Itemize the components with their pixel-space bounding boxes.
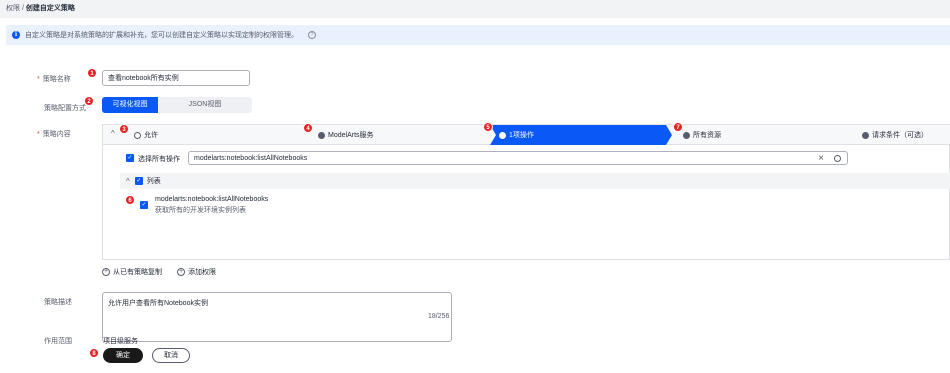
plus-circle-icon: + bbox=[177, 268, 185, 276]
mode-visual-tab[interactable]: 可视化视图 bbox=[102, 97, 158, 113]
step-dot-icon bbox=[683, 131, 690, 139]
info-banner: i 自定义策略是对系统策略的扩展和补充，您可以创建自定义策略以实现定制的权限管理… bbox=[6, 25, 950, 45]
step-dot-icon bbox=[318, 131, 325, 139]
desc-label: 策略描述 bbox=[44, 299, 72, 306]
badge-5: 5 bbox=[483, 122, 493, 132]
list-group-checkbox[interactable]: ✓ bbox=[134, 177, 143, 185]
desc-char-count: 18/256 bbox=[428, 313, 450, 320]
mode-label: 策略配置方式 bbox=[44, 105, 86, 112]
scope-label: 作用范围 bbox=[44, 338, 72, 345]
step-service[interactable]: ModelArts服务 bbox=[318, 125, 374, 145]
step-allow[interactable]: 允许 bbox=[134, 125, 158, 145]
step-resource[interactable]: 所有资源 bbox=[683, 125, 721, 145]
policy-desc-textarea[interactable]: 允许用户查看所有Notebook实例 bbox=[102, 292, 452, 342]
badge-8: 8 bbox=[89, 348, 99, 358]
content-label: * 策略内容 bbox=[37, 131, 71, 138]
breadcrumb-parent[interactable]: 权限 bbox=[6, 5, 20, 12]
clear-icon[interactable]: × bbox=[818, 153, 824, 164]
breadcrumb-separator: / bbox=[21, 5, 24, 12]
list-group-header: ^ ✓ 列表 bbox=[120, 173, 950, 189]
step-dot-icon bbox=[862, 131, 869, 139]
step-action[interactable]: 1项操作 bbox=[499, 125, 534, 145]
help-icon[interactable]: ? bbox=[308, 31, 316, 39]
action-item-name: modelarts:notebook:listAllNotebooks bbox=[155, 196, 269, 203]
badge-2: 2 bbox=[84, 96, 94, 106]
action-search-input[interactable]: modelarts:notebook:listAllNotebooks × bbox=[188, 151, 848, 165]
action-item-desc: 获取所有的开发环境实例列表 bbox=[155, 207, 246, 214]
plus-circle-icon: + bbox=[102, 268, 110, 276]
collapse-icon[interactable]: ^ bbox=[126, 177, 130, 186]
badge-3: 3 bbox=[119, 124, 129, 134]
name-label: * 策略名称 bbox=[37, 76, 71, 83]
clock-icon bbox=[134, 131, 141, 139]
cancel-button[interactable]: 取消 bbox=[152, 348, 190, 363]
scope-value: 项目级服务 bbox=[103, 338, 138, 345]
badge-4: 4 bbox=[303, 123, 313, 133]
badge-6: 6 bbox=[125, 195, 135, 205]
breadcrumb: 权限 / 创建自定义策略 bbox=[6, 3, 75, 13]
step-condition[interactable]: 请求条件（可选） bbox=[862, 125, 928, 145]
mode-json-tab[interactable]: JSON视图 bbox=[158, 97, 252, 113]
step-dot-icon bbox=[499, 131, 506, 139]
badge-7: 7 bbox=[673, 122, 683, 132]
copy-existing-link[interactable]: + 从已有策略复制 bbox=[102, 267, 162, 277]
policy-name-input[interactable]: 查看notebook所有实例 bbox=[102, 70, 250, 86]
badge-1: 1 bbox=[87, 68, 97, 78]
action-item-checkbox[interactable]: ✓ bbox=[140, 201, 148, 209]
mode-switch: 可视化视图 JSON视图 bbox=[102, 97, 252, 113]
add-permission-link[interactable]: + 添加权限 bbox=[177, 267, 216, 277]
collapse-icon[interactable]: ^ bbox=[111, 129, 115, 138]
breadcrumb-current: 创建自定义策略 bbox=[25, 5, 75, 12]
info-text: 自定义策略是对系统策略的扩展和补充，您可以创建自定义策略以实现定制的权限管理。 bbox=[25, 32, 298, 39]
select-all-label: 选择所有操作 bbox=[138, 156, 180, 163]
info-icon: i bbox=[12, 31, 20, 39]
search-icon[interactable] bbox=[834, 154, 841, 162]
confirm-button[interactable]: 确定 bbox=[103, 348, 143, 363]
select-all-checkbox[interactable]: ✓ bbox=[126, 154, 134, 162]
list-group-label: 列表 bbox=[146, 178, 161, 185]
